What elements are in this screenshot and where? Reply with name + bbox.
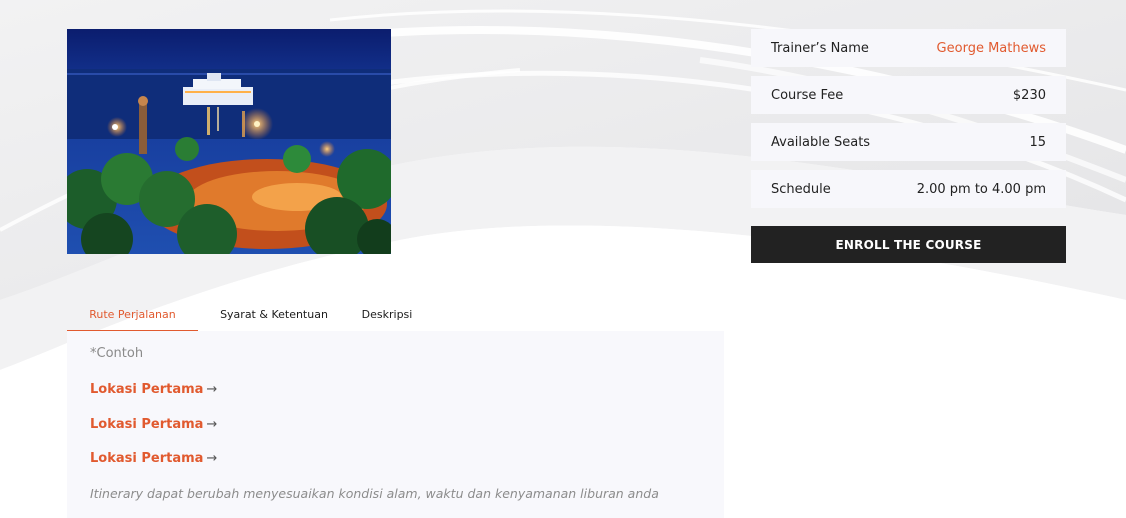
tab-panel: *Contoh Lokasi Pertama → Lokasi Pertama → … [67, 331, 724, 518]
tab-deskripsi[interactable]: Deskripsi [350, 298, 424, 331]
info-label: Course Fee [771, 87, 844, 103]
location-link[interactable]: Lokasi Pertama → [90, 417, 701, 433]
arrow-right-icon: → [206, 382, 218, 397]
info-label: Trainer’s Name [771, 40, 869, 56]
info-label: Available Seats [771, 134, 871, 150]
itinerary-tabs: Rute Perjalanan Syarat & Ketentuan Deskr… [67, 298, 424, 331]
info-row-schedule: Schedule 2.00 pm to 4.00 pm [751, 170, 1066, 208]
trainer-name-link[interactable]: George Mathews [937, 41, 1046, 56]
info-label: Schedule [771, 181, 831, 197]
location-link[interactable]: Lokasi Pertama → [90, 382, 701, 398]
enroll-course-button[interactable]: Enroll the Course [751, 226, 1066, 263]
tab-syarat-ketentuan[interactable]: Syarat & Ketentuan [198, 298, 350, 331]
tab-rute-perjalanan[interactable]: Rute Perjalanan [67, 298, 198, 331]
course-photo [67, 29, 391, 254]
location-link[interactable]: Lokasi Pertama → [90, 451, 701, 467]
course-info-table: Trainer’s Name George Mathews Course Fee… [751, 29, 1066, 217]
info-value: 15 [1029, 134, 1046, 150]
location-label: Lokasi Pertama [90, 382, 204, 397]
info-value: 2.00 pm to 4.00 pm [916, 181, 1046, 197]
arrow-right-icon: → [206, 416, 218, 432]
location-label: Lokasi Pertama [90, 416, 204, 432]
info-value: $230 [1012, 87, 1046, 103]
example-note: *Contoh [90, 346, 144, 361]
arrow-right-icon: → [206, 451, 218, 466]
itinerary-footnote: Itinerary dapat berubah menyesuaikan kon… [90, 485, 659, 501]
info-row-trainer: Trainer’s Name George Mathews [751, 29, 1066, 67]
location-label: Lokasi Pertama [90, 451, 204, 466]
info-row-fee: Course Fee $230 [751, 76, 1066, 114]
info-row-seats: Available Seats 15 [751, 123, 1066, 161]
